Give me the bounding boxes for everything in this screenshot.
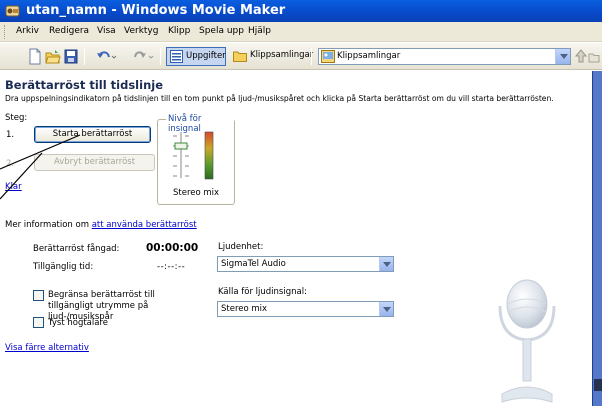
available-value: --:--:-- <box>157 262 186 272</box>
collection-select[interactable]: Klippsamlingar <box>318 48 571 65</box>
collection-icon <box>321 50 335 63</box>
menu-verktyg[interactable]: Verktyg <box>124 26 158 36</box>
more-info-prefix: Mer information om <box>5 220 89 230</box>
toolbar-separator <box>160 48 161 65</box>
up-folder-icon[interactable] <box>575 48 587 65</box>
input-level-group: Nivå för insignal Stereo mix <box>157 114 235 205</box>
fewer-options-link[interactable]: Visa färre alternativ <box>5 343 89 353</box>
menu-redigera[interactable]: Redigera <box>49 26 89 36</box>
movie-maker-icon <box>5 5 20 17</box>
microphone-icon <box>498 279 556 403</box>
captured-value: 00:00:00 <box>146 242 199 254</box>
menu-grip <box>4 25 7 39</box>
tasks-toggle[interactable]: Uppgifter <box>166 47 226 66</box>
available-label: Tillgänglig tid: <box>33 262 94 272</box>
narration-pane: Berättarröst till tidslinje Dra uppspeln… <box>0 71 592 406</box>
title-bar: utan_namn - Windows Movie Maker <box>0 0 602 22</box>
captured-label: Berättarröst fångad: <box>33 244 120 254</box>
page-title: Berättarröst till tidslinje <box>5 78 163 92</box>
more-info-link[interactable]: att använda berättarröst <box>92 220 197 230</box>
menu-bar: Arkiv Redigera Visa Verktyg Klipp Spela … <box>0 22 602 42</box>
instructions-text: Dra uppspelningsindikatorn på tidslinjen… <box>5 94 554 103</box>
redo-icon[interactable] <box>132 48 154 65</box>
tasks-icon <box>170 50 183 63</box>
toolbar: Uppgifter Klippsamlingar Klippsamlingar <box>0 43 602 70</box>
menu-hjalp[interactable]: Hjälp <box>248 26 271 36</box>
mute-speakers-checkbox[interactable] <box>33 317 44 328</box>
menu-klipp[interactable]: Klipp <box>168 26 190 36</box>
audio-device-label: Ljudenhet: <box>218 242 264 252</box>
vertical-scrollbar[interactable] <box>592 71 602 406</box>
new-folder-icon[interactable] <box>588 48 600 65</box>
audio-device-select[interactable]: SigmaTel Audio <box>217 256 394 272</box>
tasks-label: Uppgifter <box>186 51 226 61</box>
toolbar-separator <box>84 48 85 65</box>
input-source-value: Stereo mix <box>221 304 268 314</box>
toolbar-separator <box>311 48 312 65</box>
chevron-down-icon[interactable] <box>555 49 570 64</box>
collection-select-value: Klippsamlingar <box>337 51 401 61</box>
folder-icon <box>233 51 247 62</box>
scrollbar-thumb[interactable] <box>594 379 602 391</box>
menu-visa[interactable]: Visa <box>97 26 116 36</box>
menu-spela-upp[interactable]: Spela upp <box>199 26 244 36</box>
callout-arrow <box>0 134 81 200</box>
input-source-select[interactable]: Stereo mix <box>217 301 394 317</box>
save-icon[interactable] <box>64 48 78 65</box>
steps-label: Steg: <box>5 113 28 123</box>
level-meter <box>173 131 214 180</box>
mute-speakers-label: Tyst högtalare <box>48 318 108 328</box>
collections-toggle[interactable]: Klippsamlingar <box>230 47 313 66</box>
audio-device-value: SigmaTel Audio <box>221 259 286 269</box>
more-info-line: Mer information om att använda berättarr… <box>5 220 197 230</box>
menu-arkiv[interactable]: Arkiv <box>16 26 39 36</box>
collections-label: Klippsamlingar <box>250 50 314 60</box>
limit-narration-checkbox[interactable] <box>33 290 44 301</box>
chevron-down-icon[interactable] <box>379 302 393 316</box>
input-source-label: Källa för ljudinsignal: <box>218 287 307 297</box>
open-folder-icon[interactable] <box>45 48 61 65</box>
window-title: utan_namn - Windows Movie Maker <box>26 3 286 18</box>
chevron-down-icon[interactable] <box>379 257 393 271</box>
input-level-source: Stereo mix <box>173 188 220 198</box>
undo-icon[interactable] <box>95 48 117 65</box>
new-file-icon[interactable] <box>28 48 42 65</box>
